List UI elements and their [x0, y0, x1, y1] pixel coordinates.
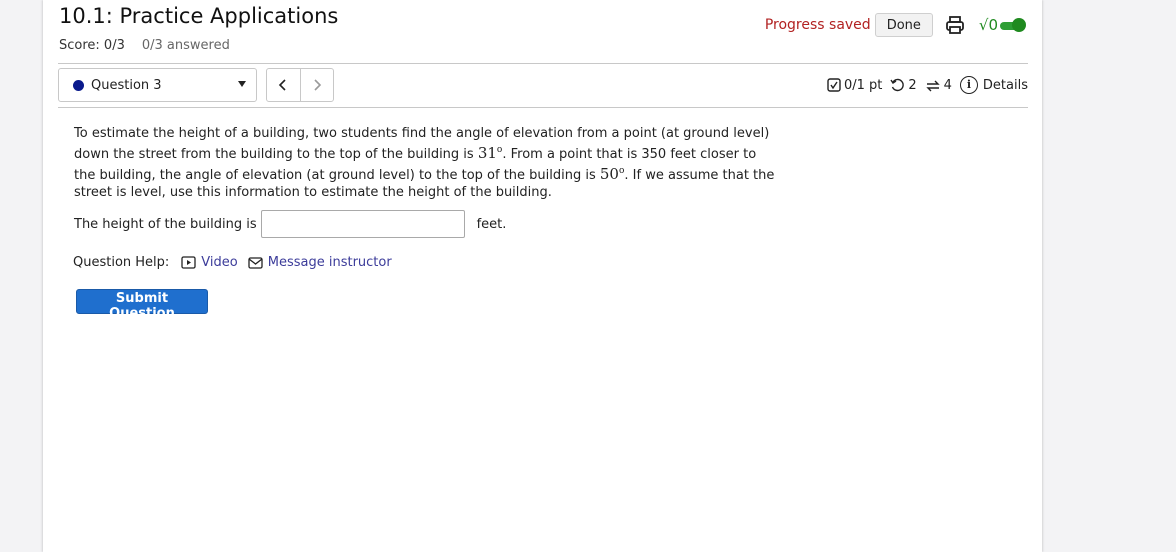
- angle-50: 50o: [600, 165, 625, 183]
- attempts-group: 4: [925, 78, 952, 93]
- answer-prefix: The height of the building is: [74, 216, 257, 232]
- details-link[interactable]: i Details: [959, 76, 1028, 94]
- points-group: 0/1 pt: [827, 78, 882, 93]
- points-value: 0/1 pt: [843, 77, 883, 93]
- angle-31: 31o: [478, 144, 503, 162]
- score-label: Score: 0/3: [59, 38, 125, 53]
- answer-row: The height of the building is feet.: [74, 210, 506, 238]
- next-question-button[interactable]: [299, 69, 334, 101]
- chevron-left-icon: [279, 79, 286, 91]
- assignment-panel: 10.1: Practice Applications Score: 0/3 0/…: [43, 0, 1042, 552]
- mail-icon: [248, 256, 263, 269]
- nav-divider: [58, 107, 1028, 108]
- question-help-label: Question Help:: [73, 255, 170, 270]
- message-instructor-link[interactable]: Message instructor: [248, 255, 392, 270]
- message-instructor-label: Message instructor: [267, 255, 392, 270]
- question-help-row: Question Help: Video Message instructor: [73, 255, 402, 270]
- question-pager: [266, 68, 334, 102]
- toggle-knob: [1012, 18, 1026, 32]
- video-help-link[interactable]: Video: [181, 255, 238, 270]
- attempts-value: 4: [943, 77, 952, 93]
- video-icon: [181, 256, 196, 269]
- header-divider: [58, 63, 1028, 64]
- info-icon: i: [959, 76, 978, 94]
- page-title: 10.1: Practice Applications: [59, 4, 339, 28]
- retries-value: 2: [908, 77, 917, 93]
- submit-question-button[interactable]: Submit Question: [76, 289, 208, 321]
- video-help-label: Video: [201, 255, 238, 270]
- retry-icon: [890, 78, 905, 91]
- math-toggle[interactable]: [1000, 18, 1026, 32]
- angle1-value: 31: [477, 144, 497, 162]
- attempts-icon: [925, 80, 940, 91]
- question-select-label: Question 3: [91, 77, 162, 93]
- checkbox-icon: [827, 78, 841, 92]
- math-entry-icon: √0: [978, 16, 998, 34]
- details-label: Details: [982, 77, 1028, 93]
- header-actions: Progress saved Done √0: [765, 13, 1026, 37]
- progress-status: Progress saved: [764, 17, 871, 33]
- caret-down-icon: [238, 81, 246, 87]
- previous-question-button[interactable]: [267, 69, 300, 101]
- height-answer-input[interactable]: [260, 210, 465, 238]
- score-row: Score: 0/3 0/3 answered: [59, 38, 230, 53]
- print-icon[interactable]: [945, 15, 965, 35]
- question-meta: 0/1 pt 2 4 i Details: [819, 76, 1028, 94]
- done-button[interactable]: Done: [874, 13, 933, 37]
- angle2-value: 50: [599, 165, 619, 183]
- question-select[interactable]: Question 3: [58, 68, 257, 102]
- answered-count: 0/3 answered: [141, 38, 230, 53]
- retries-group: 2: [890, 77, 917, 93]
- answer-unit: feet.: [476, 216, 507, 232]
- chevron-right-icon: [314, 79, 321, 91]
- question-text: To estimate the height of a building, tw…: [74, 125, 780, 201]
- question-status-dot: [73, 79, 84, 91]
